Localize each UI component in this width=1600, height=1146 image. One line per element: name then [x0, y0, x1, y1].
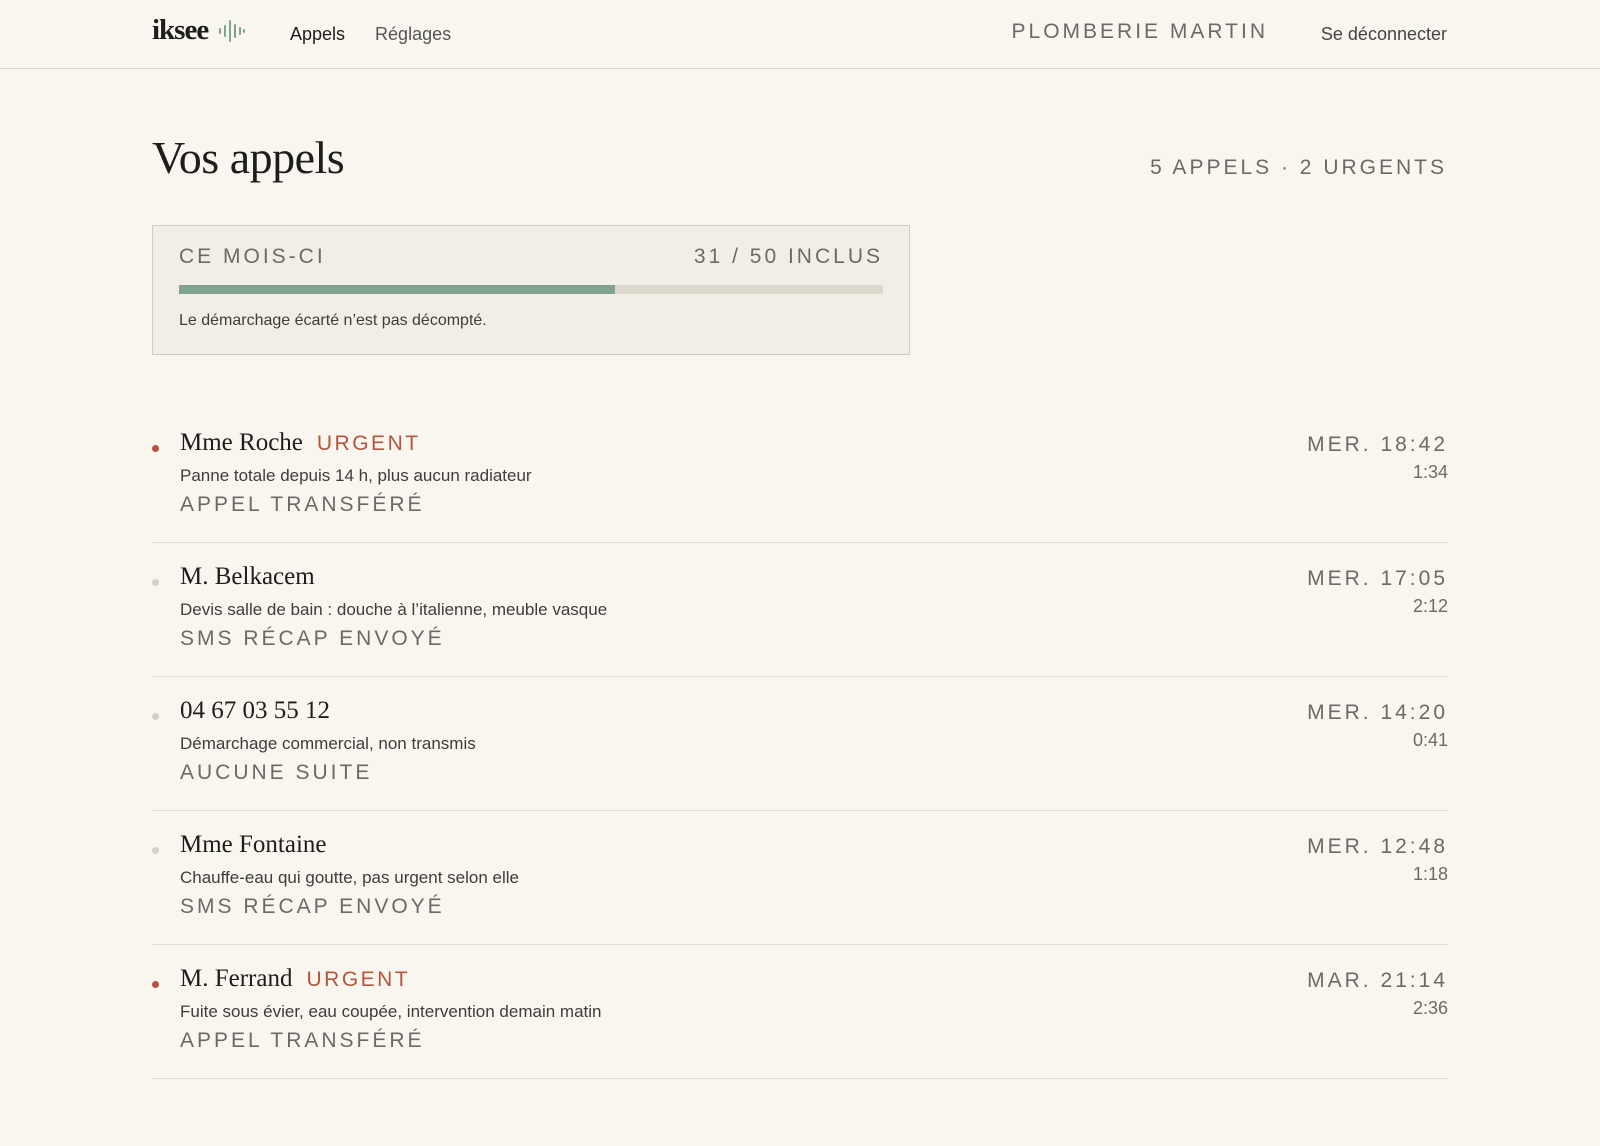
caller-name: Mme Roche: [180, 429, 303, 456]
status-dot: [152, 847, 159, 854]
quota-progress-bar: [179, 285, 883, 294]
call-row[interactable]: Mme Roche URGENT Panne totale depuis 14 …: [152, 409, 1448, 543]
call-duration: 0:41: [1412, 730, 1448, 750]
status-dot: [152, 579, 159, 586]
calls-summary: 5 APPELS · 2 URGENTS: [1150, 156, 1447, 179]
sound-wave-icon: [219, 19, 246, 42]
status-dot: [152, 713, 159, 720]
status-dot: [152, 445, 159, 452]
logo-text: iksee: [152, 14, 209, 46]
call-row[interactable]: Mme Fontaine Chauffe-eau qui goutte, pas…: [152, 811, 1448, 945]
quota-progress-fill: [179, 285, 616, 294]
page-title: Vos appels: [152, 132, 345, 183]
quota-count: 31 / 50 INCLUS: [693, 245, 883, 268]
call-list: Mme Roche URGENT Panne totale depuis 14 …: [152, 409, 1448, 1079]
quota-note: Le démarchage écarté n’est pas décompté.: [179, 312, 487, 329]
call-description: Démarchage commercial, non transmis: [180, 734, 476, 753]
urgent-badge: URGENT: [316, 432, 421, 455]
call-row[interactable]: M. Ferrand URGENT Fuite sous évier, eau …: [152, 945, 1448, 1079]
call-description: Fuite sous évier, eau coupée, interventi…: [180, 1002, 602, 1021]
call-duration: 1:18: [1412, 864, 1448, 884]
call-duration: 2:12: [1412, 596, 1448, 616]
call-header: M. Belkacem: [180, 563, 329, 591]
call-header: Mme Fontaine: [180, 831, 341, 859]
call-outcome: AUCUNE SUITE: [180, 761, 373, 784]
call-header: M. Ferrand URGENT: [180, 965, 410, 993]
call-outcome: APPEL TRANSFÉRÉ: [180, 493, 425, 516]
top-bar: iksee Appels Réglages PLOMBERIE MARTIN S…: [0, 0, 1600, 69]
call-description: Panne totale depuis 14 h, plus aucun rad…: [180, 466, 532, 485]
caller-name: M. Belkacem: [180, 563, 315, 590]
call-duration: 2:36: [1412, 998, 1448, 1018]
status-dot: [152, 981, 159, 988]
monthly-quota-card: CE MOIS-CI 31 / 50 INCLUS Le démarchage …: [152, 225, 910, 355]
logo[interactable]: iksee: [152, 14, 246, 47]
main-nav: Appels Réglages: [290, 24, 451, 45]
call-outcome: SMS RÉCAP ENVOYÉ: [180, 627, 445, 650]
call-header: 04 67 03 55 12: [180, 697, 344, 725]
quota-label: CE MOIS-CI: [179, 245, 326, 268]
caller-name: M. Ferrand: [180, 965, 293, 992]
call-time: MER. 14:20: [1307, 701, 1448, 724]
caller-name: 04 67 03 55 12: [180, 697, 330, 724]
call-header: Mme Roche URGENT: [180, 429, 421, 457]
company-name: PLOMBERIE MARTIN: [1011, 20, 1268, 43]
urgent-badge: URGENT: [306, 968, 411, 991]
nav-item-appels[interactable]: Appels: [290, 24, 345, 45]
call-description: Chauffe-eau qui goutte, pas urgent selon…: [180, 868, 519, 887]
call-duration: 1:34: [1412, 462, 1448, 482]
call-time: MAR. 21:14: [1307, 969, 1448, 992]
call-row[interactable]: M. Belkacem Devis salle de bain : douche…: [152, 543, 1448, 677]
logout-link[interactable]: Se déconnecter: [1321, 24, 1447, 45]
nav-item-reglages[interactable]: Réglages: [375, 24, 451, 45]
call-row[interactable]: 04 67 03 55 12 Démarchage commercial, no…: [152, 677, 1448, 811]
call-outcome: SMS RÉCAP ENVOYÉ: [180, 895, 445, 918]
caller-name: Mme Fontaine: [180, 831, 327, 858]
call-outcome: APPEL TRANSFÉRÉ: [180, 1029, 425, 1052]
call-time: MER. 12:48: [1307, 835, 1448, 858]
call-time: MER. 18:42: [1307, 433, 1448, 456]
call-description: Devis salle de bain : douche à l’italien…: [180, 600, 608, 619]
call-time: MER. 17:05: [1307, 567, 1448, 590]
